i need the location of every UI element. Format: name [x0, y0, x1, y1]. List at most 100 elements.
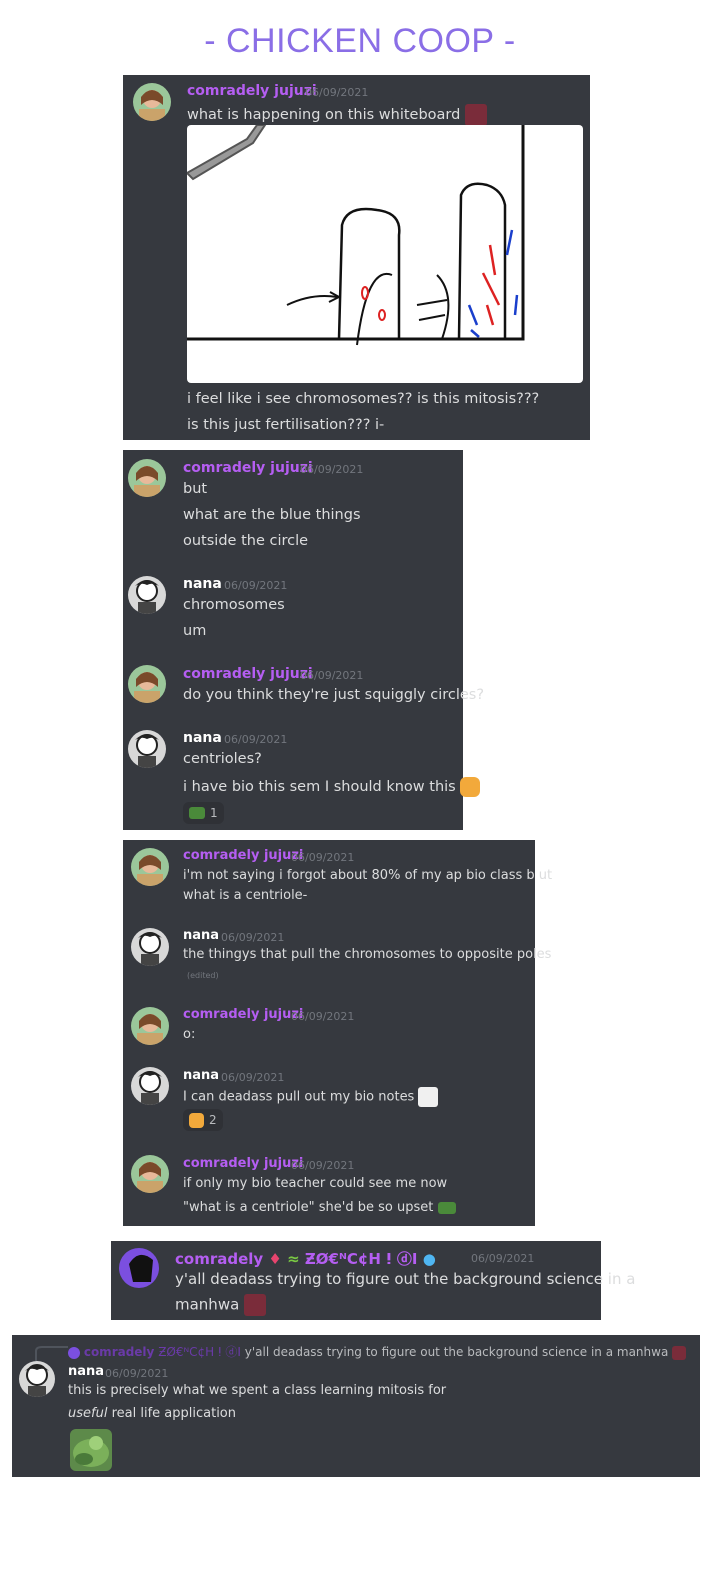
- message-text: but: [183, 481, 208, 497]
- timestamp: 06/09/2021: [291, 1159, 355, 1172]
- timestamp: 06/09/2021: [224, 579, 288, 592]
- author-suffix: ƵØ€ᴺC¢H ⵑ ⓓI: [304, 1250, 418, 1268]
- timestamp: 06/09/2021: [305, 86, 369, 99]
- frog-icon: [189, 807, 205, 819]
- avatar[interactable]: [133, 83, 171, 121]
- avatar[interactable]: [131, 1155, 169, 1193]
- author-name[interactable]: nana: [183, 928, 219, 943]
- attached-image[interactable]: [187, 125, 583, 383]
- author-name[interactable]: comradely jujuzi: [187, 83, 317, 99]
- author-name[interactable]: comradely jujuzi: [183, 1156, 303, 1171]
- frog-sticker-icon: [70, 1429, 112, 1471]
- chat-panel-1: comradely jujuzi 06/09/2021 what is happ…: [123, 75, 590, 440]
- dragon-icon: ≈: [287, 1250, 300, 1268]
- avatar[interactable]: [128, 730, 166, 768]
- message-text: do you think they're just squiggly circl…: [183, 687, 485, 703]
- reply-author-suffix: ƵØ€ᴺC¢H ⵑ ⓓI: [158, 1345, 241, 1359]
- frog-icon: [437, 1201, 456, 1214]
- frog-icon: [73, 1436, 109, 1467]
- message-text: is this just fertilisation??? i-: [187, 417, 385, 433]
- emphasis-text: useful: [68, 1406, 108, 1421]
- message-text: what is a centriole-: [183, 888, 308, 903]
- message-text: i feel like i see chromosomes?? is this …: [187, 391, 540, 407]
- author-name[interactable]: nana: [183, 730, 222, 746]
- timestamp: 06/09/2021: [221, 931, 285, 944]
- message-text: this is precisely what we spent a class …: [68, 1383, 447, 1398]
- message-text: the thingys that pull the chromosomes to…: [183, 947, 552, 962]
- message-text: useful real life application: [68, 1406, 236, 1421]
- message-text: what are the blue things: [183, 507, 361, 523]
- message-text-content: what is happening on this whiteboard: [187, 107, 461, 123]
- chat-panel-4: comradely ♦ ≈ ƵØ€ᴺC¢H ⵑ ⓓI ● 06/09/2021 …: [111, 1241, 635, 1320]
- avatar-manga-icon: [25, 1364, 49, 1397]
- timestamp: 06/09/2021: [224, 733, 288, 746]
- message-text: what is happening on this whiteboard: [187, 104, 487, 126]
- avatar-portrait-icon: [129, 1254, 153, 1282]
- reaction-button[interactable]: 2: [183, 1109, 223, 1131]
- reaction-count: 2: [209, 1113, 217, 1127]
- avatar-girl-icon: [134, 466, 160, 497]
- avatar[interactable]: [131, 848, 169, 886]
- reply-text: y'all deadass trying to figure out the b…: [244, 1345, 669, 1359]
- avatar[interactable]: [128, 665, 166, 703]
- emoji-icon: [460, 777, 481, 797]
- avatar[interactable]: [128, 459, 166, 497]
- emoji-icon: [672, 1345, 687, 1360]
- whiteboard-drawing-icon: [187, 125, 525, 346]
- chat-panel-2: comradely jujuzi 06/09/2021 but what are…: [123, 450, 484, 830]
- message-text: i'm not saying i forgot about 80% of my …: [183, 868, 553, 883]
- timestamp: 06/09/2021: [291, 1010, 355, 1023]
- message-text: i have bio this sem I should know this: [183, 777, 481, 797]
- notes-emoji-icon: [418, 1087, 439, 1107]
- avatar[interactable]: [128, 576, 166, 614]
- author-name[interactable]: nana: [68, 1364, 104, 1379]
- chat-panel-5: comradely ƵØ€ᴺC¢H ⵑ ⓓI y'all deadass try…: [12, 1335, 700, 1477]
- message-text-content: manhwa: [175, 1295, 240, 1314]
- author-name[interactable]: comradely jujuzi: [183, 848, 303, 863]
- timestamp: 06/09/2021: [221, 1071, 285, 1084]
- avatar-girl-icon: [137, 1014, 163, 1045]
- message-text: um: [183, 623, 207, 639]
- reply-author: comradely: [83, 1345, 155, 1359]
- message-text-content: "what is a centriole" she'd be so upset: [183, 1200, 434, 1215]
- message-text: o:: [183, 1027, 196, 1042]
- author-name[interactable]: comradely jujuzi: [183, 666, 313, 682]
- message-text-content: i have bio this sem I should know this: [183, 779, 456, 795]
- gem-icon: ♦: [268, 1250, 282, 1268]
- whale-icon: ●: [422, 1250, 436, 1268]
- reply-reference[interactable]: comradely ƵØ€ᴺC¢H ⵑ ⓓI y'all deadass try…: [68, 1343, 687, 1360]
- timestamp: 06/09/2021: [291, 851, 355, 864]
- reaction-count: 1: [210, 806, 218, 820]
- author-name[interactable]: comradely jujuzi: [183, 460, 313, 476]
- message-text-content: real life application: [107, 1406, 236, 1421]
- avatar[interactable]: [131, 1007, 169, 1045]
- author-name[interactable]: comradely ♦ ≈ ƵØ€ᴺC¢H ⵑ ⓓI ●: [175, 1248, 436, 1269]
- face-emoji-icon: [189, 1112, 204, 1128]
- avatar-manga-icon: [135, 734, 159, 768]
- author-name-text: comradely: [175, 1250, 264, 1268]
- message-text-content: I can deadass pull out my bio notes: [183, 1089, 415, 1105]
- message-text: "what is a centriole" she'd be so upset: [183, 1200, 456, 1215]
- avatar-girl-icon: [137, 855, 163, 886]
- timestamp: 06/09/2021: [300, 669, 364, 682]
- chat-panel-3: comradely jujuzi 06/09/2021 i'm not sayi…: [123, 840, 552, 1226]
- avatar-girl-icon: [134, 672, 160, 703]
- timestamp: 06/09/2021: [300, 463, 364, 476]
- author-name[interactable]: comradely jujuzi: [183, 1007, 303, 1022]
- avatar[interactable]: [19, 1361, 55, 1397]
- avatar-manga-icon: [138, 932, 162, 966]
- emoji-icon: [244, 1294, 267, 1316]
- message-text: y'all deadass trying to figure out the b…: [175, 1270, 636, 1288]
- author-name[interactable]: nana: [183, 576, 222, 592]
- timestamp: 06/09/2021: [105, 1367, 169, 1380]
- author-name[interactable]: nana: [183, 1068, 219, 1083]
- message-text: if only my bio teacher could see me now: [183, 1176, 448, 1191]
- avatar[interactable]: [131, 1067, 169, 1105]
- message-text: chromosomes: [183, 597, 285, 613]
- avatar-girl-icon: [139, 90, 165, 121]
- avatar[interactable]: [119, 1248, 159, 1288]
- avatar-girl-icon: [137, 1162, 163, 1193]
- reaction-button[interactable]: 1: [183, 802, 224, 824]
- avatar[interactable]: [131, 928, 169, 966]
- message-text: outside the circle: [183, 533, 309, 549]
